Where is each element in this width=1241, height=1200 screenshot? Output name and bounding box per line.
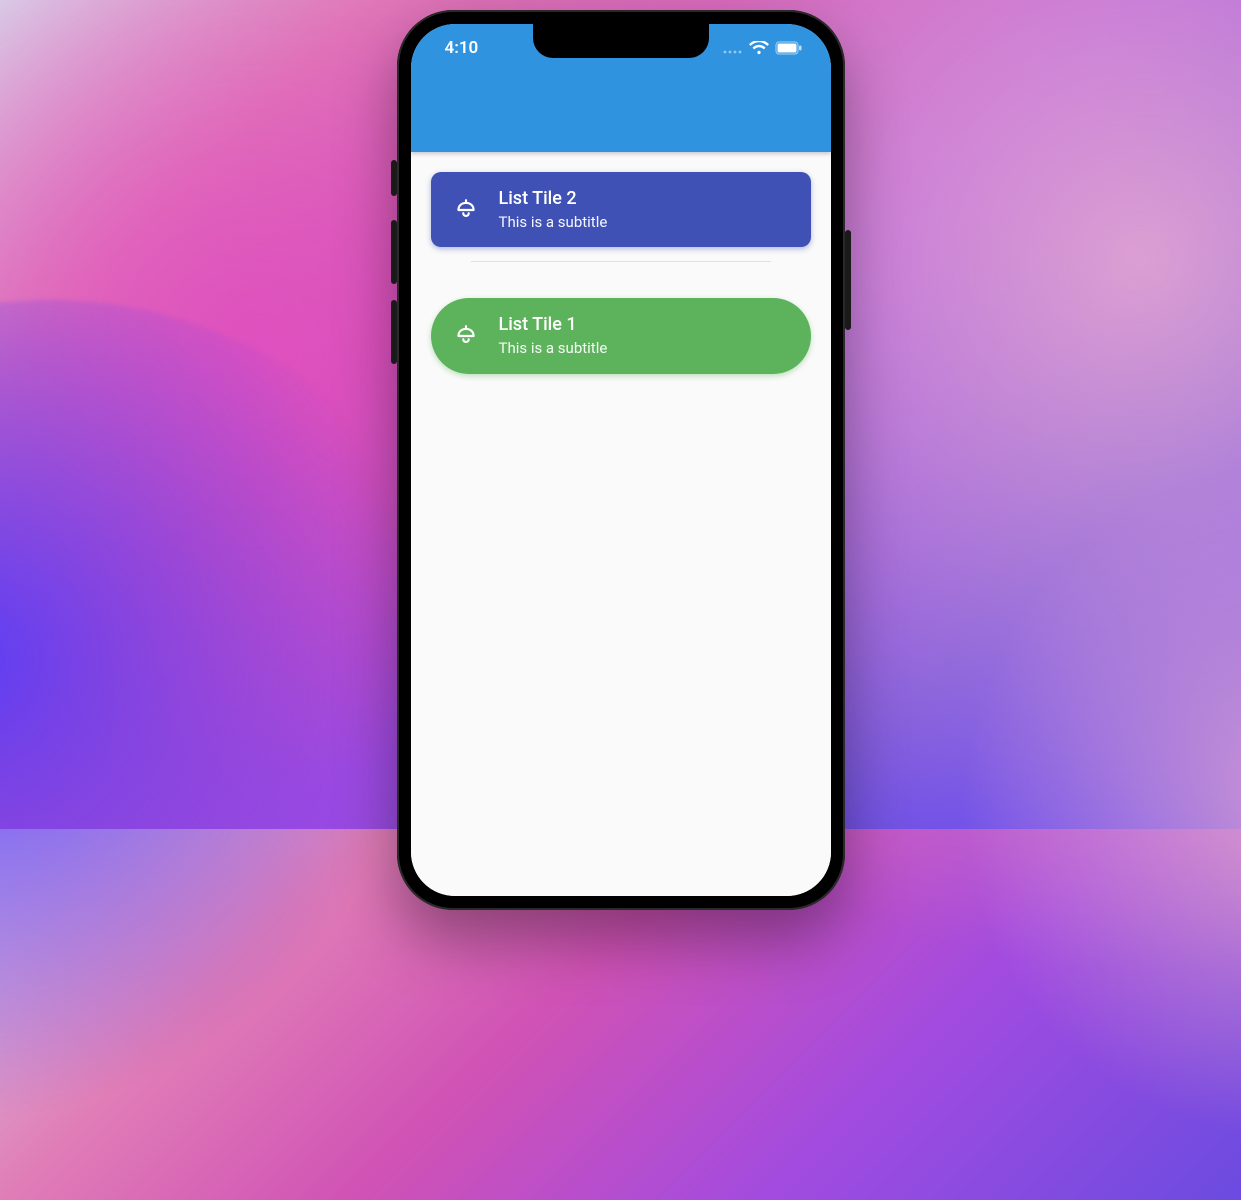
list-tile-1[interactable]: List Tile 1 This is a subtitle [431, 298, 811, 373]
divider [471, 261, 771, 262]
status-time: 4:10 [445, 38, 479, 58]
list-tile-title: List Tile 1 [499, 314, 608, 337]
phone-side-button [391, 160, 397, 196]
lamp-icon [453, 197, 479, 223]
status-indicators [723, 41, 803, 55]
phone-screen: 4:10 [411, 24, 831, 896]
cellular-icon [723, 42, 743, 54]
phone-frame: 4:10 [397, 10, 845, 910]
phone-notch [533, 24, 709, 58]
list-tile-2[interactable]: List Tile 2 This is a subtitle [431, 172, 811, 247]
list-tile-title: List Tile 2 [499, 188, 608, 211]
phone-side-button [391, 300, 397, 364]
lamp-icon [453, 323, 479, 349]
battery-icon [775, 41, 803, 55]
content-area: List Tile 2 This is a subtitle List Tile… [411, 152, 831, 896]
list-tile-subtitle: This is a subtitle [499, 339, 608, 358]
list-tile-subtitle: This is a subtitle [499, 213, 608, 232]
wifi-icon [749, 41, 769, 55]
phone-side-button [845, 230, 851, 330]
phone-side-button [391, 220, 397, 284]
